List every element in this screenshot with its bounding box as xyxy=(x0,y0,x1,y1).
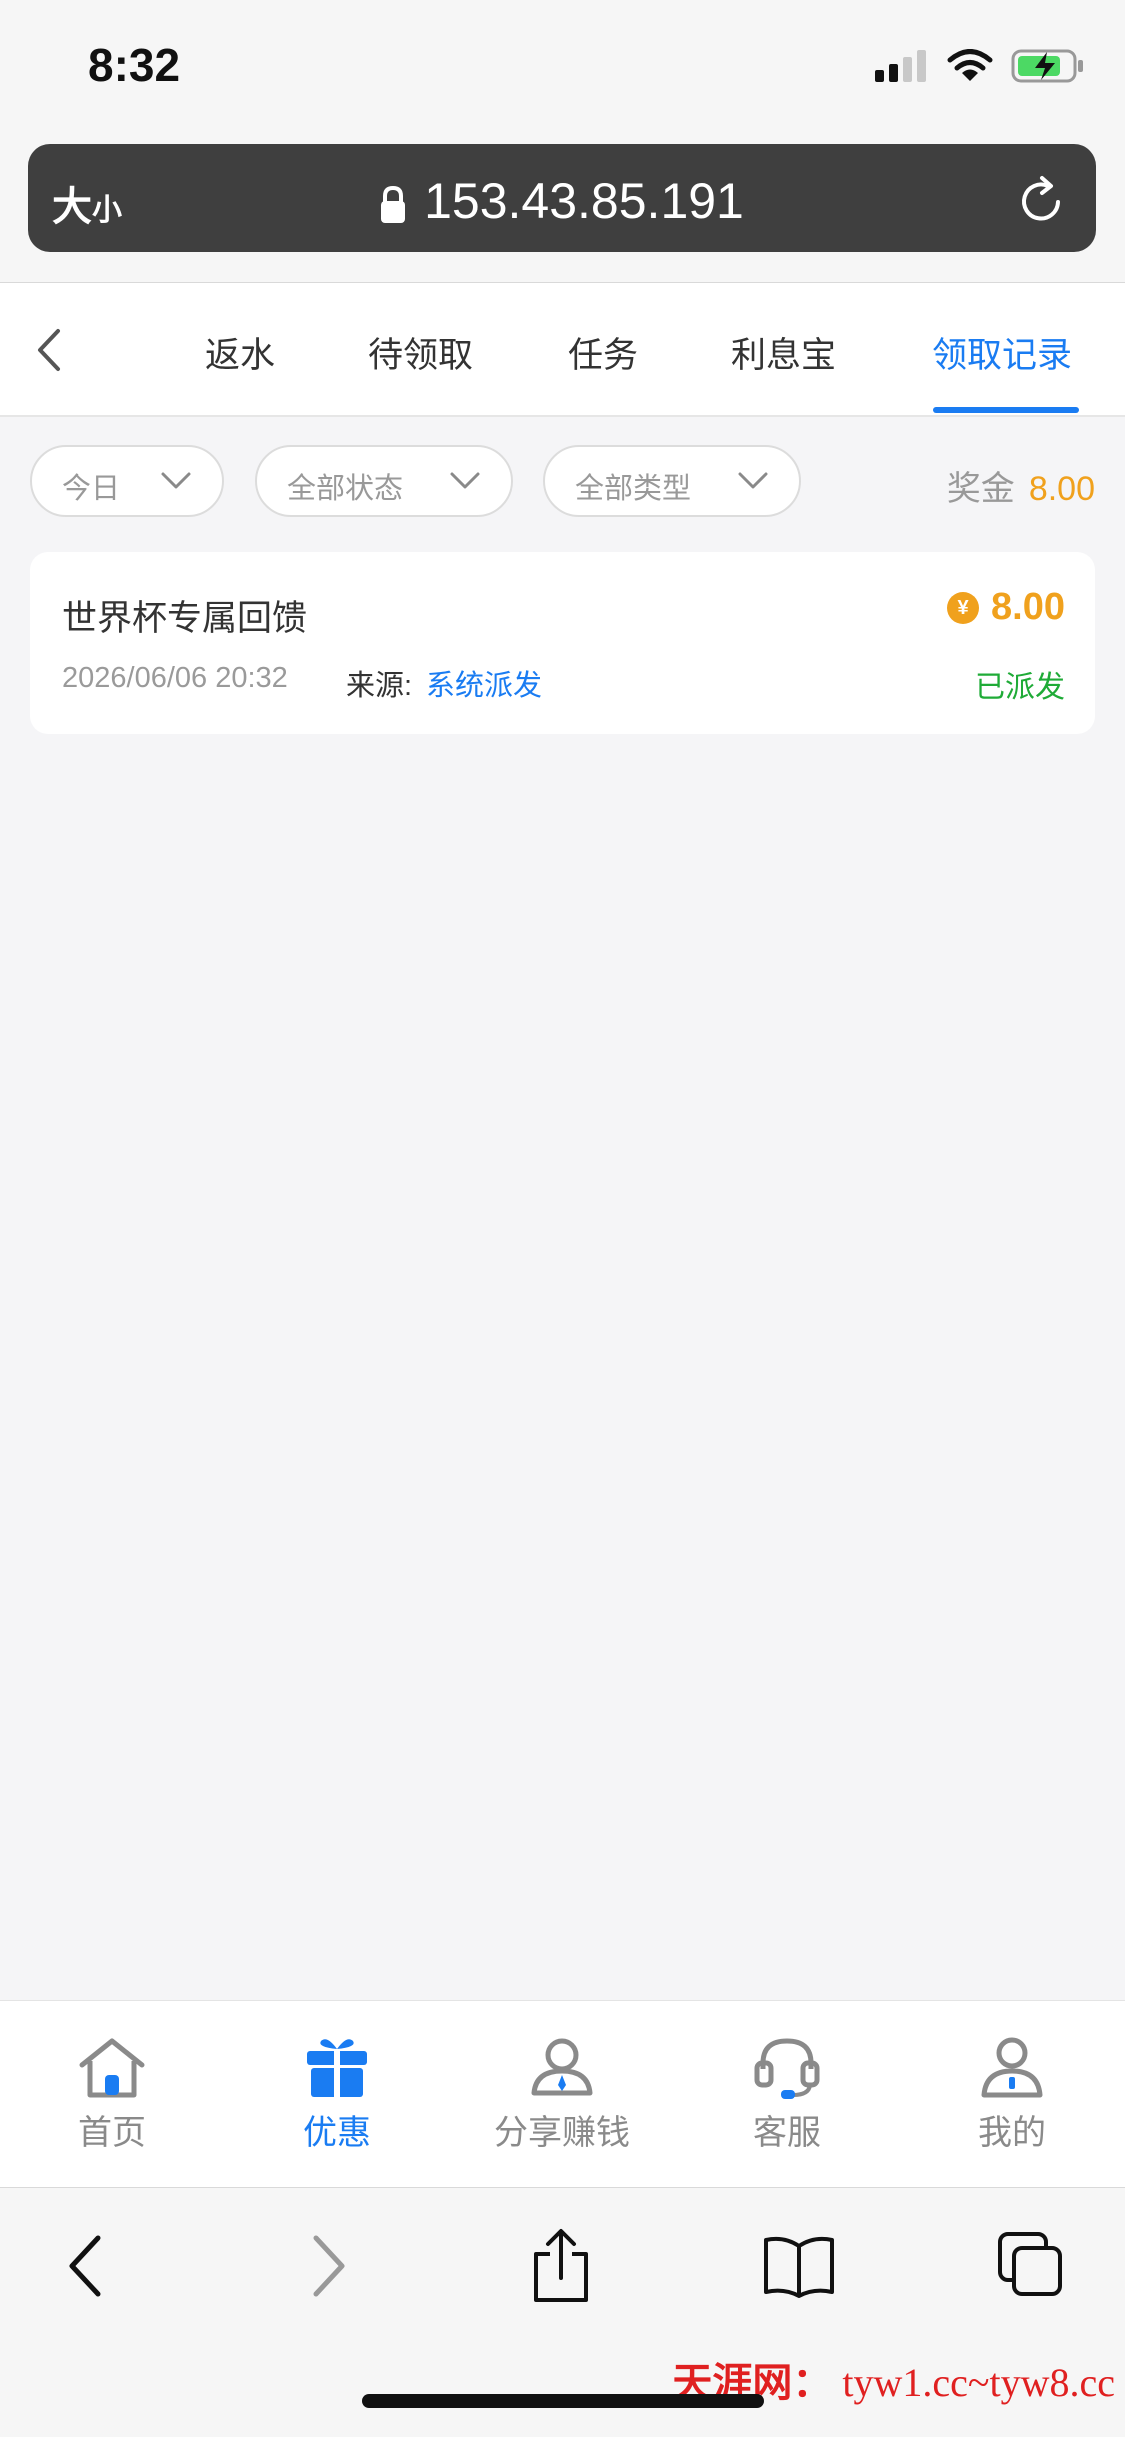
nav-promotions[interactable]: 优惠 xyxy=(247,2035,427,2154)
record-card: 世界杯专属回馈 ¥ 8.00 2026/06/06 20:32 来源: 系统派发… xyxy=(30,552,1095,734)
date-filter-label: 今日 xyxy=(62,473,121,505)
browser-toolbar: 大小 153.43.85.191 xyxy=(0,140,1125,283)
record-amount-value: 8.00 xyxy=(991,586,1065,628)
coin-icon: ¥ xyxy=(947,591,980,624)
back-chevron-icon[interactable] xyxy=(34,327,64,373)
address-bar[interactable]: 大小 153.43.85.191 xyxy=(28,144,1096,252)
nav-home-label: 首页 xyxy=(78,2114,146,2152)
share-icon[interactable] xyxy=(530,2228,592,2304)
headset-icon xyxy=(754,2038,820,2099)
nav-promotions-label: 优惠 xyxy=(303,2114,371,2152)
browser-back-icon[interactable] xyxy=(66,2234,106,2298)
status-filter-dropdown[interactable]: 全部状态 xyxy=(255,445,513,517)
tab-bar: 返水 待领取 任务 利息宝 领取记录 xyxy=(0,283,1125,417)
bookmarks-icon[interactable] xyxy=(762,2234,836,2298)
lock-icon xyxy=(381,185,406,223)
status-bar: 8:32 xyxy=(0,0,1125,140)
nav-share-earn-label: 分享赚钱 xyxy=(494,2114,630,2152)
bonus-label: 奖金 xyxy=(946,470,1015,508)
nav-profile-label: 我的 xyxy=(978,2114,1046,2152)
bonus-value: 8.00 xyxy=(1028,470,1095,508)
watermark-urls: tyw1.cc~tyw8.cc xyxy=(842,2360,1115,2405)
status-icons xyxy=(875,48,1085,84)
tab-claim-records[interactable]: 领取记录 xyxy=(932,327,1072,378)
user-icon xyxy=(981,2037,1043,2098)
tab-pending[interactable]: 待领取 xyxy=(368,327,473,378)
tab-rebate[interactable]: 返水 xyxy=(205,327,275,378)
type-filter-dropdown[interactable]: 全部类型 xyxy=(543,445,801,517)
type-filter-label: 全部类型 xyxy=(575,473,692,505)
bonus-total: 奖金 8.00 xyxy=(947,461,1095,510)
nav-share-earn[interactable]: 分享赚钱 xyxy=(472,2035,652,2154)
reload-icon[interactable] xyxy=(1018,174,1066,224)
chevron-down-icon xyxy=(450,472,480,489)
home-indicator xyxy=(362,2394,764,2408)
date-filter-dropdown[interactable]: 今日 xyxy=(30,445,224,517)
record-title: 世界杯专属回馈 xyxy=(62,599,308,638)
record-status: 已派发 xyxy=(975,671,1065,704)
chevron-down-icon xyxy=(161,472,191,489)
record-source: 系统派发 xyxy=(426,670,543,702)
status-filter-label: 全部状态 xyxy=(287,473,404,505)
share-people-icon xyxy=(531,2038,593,2096)
battery-charging-icon xyxy=(1011,49,1083,83)
home-icon xyxy=(79,2038,145,2098)
record-amount: ¥ 8.00 xyxy=(947,586,1065,629)
filter-bar: 今日 全部状态 全部类型 奖金 8.00 xyxy=(0,445,1125,523)
record-source-label: 来源: xyxy=(346,670,413,702)
cellular-signal-icon xyxy=(875,50,926,82)
status-time: 8:32 xyxy=(88,39,181,91)
url-text: 153.43.85.191 xyxy=(424,173,744,229)
gift-icon xyxy=(307,2039,367,2097)
url-display[interactable]: 153.43.85.191 xyxy=(28,172,1096,230)
browser-forward-icon[interactable] xyxy=(308,2234,348,2298)
bottom-nav: 首页 优惠 分享赚钱 客服 我的 xyxy=(0,2000,1125,2187)
nav-profile[interactable]: 我的 xyxy=(922,2035,1102,2154)
nav-customer-service-label: 客服 xyxy=(753,2114,821,2152)
active-tab-indicator xyxy=(933,407,1079,413)
nav-home[interactable]: 首页 xyxy=(22,2035,202,2154)
nav-customer-service[interactable]: 客服 xyxy=(697,2035,877,2154)
tabs-icon[interactable] xyxy=(996,2230,1066,2300)
tab-tasks[interactable]: 任务 xyxy=(568,327,638,378)
record-datetime: 2026/06/06 20:32 xyxy=(62,662,288,694)
chevron-down-icon xyxy=(738,472,768,489)
tab-interest[interactable]: 利息宝 xyxy=(731,327,836,378)
wifi-icon xyxy=(947,49,993,81)
